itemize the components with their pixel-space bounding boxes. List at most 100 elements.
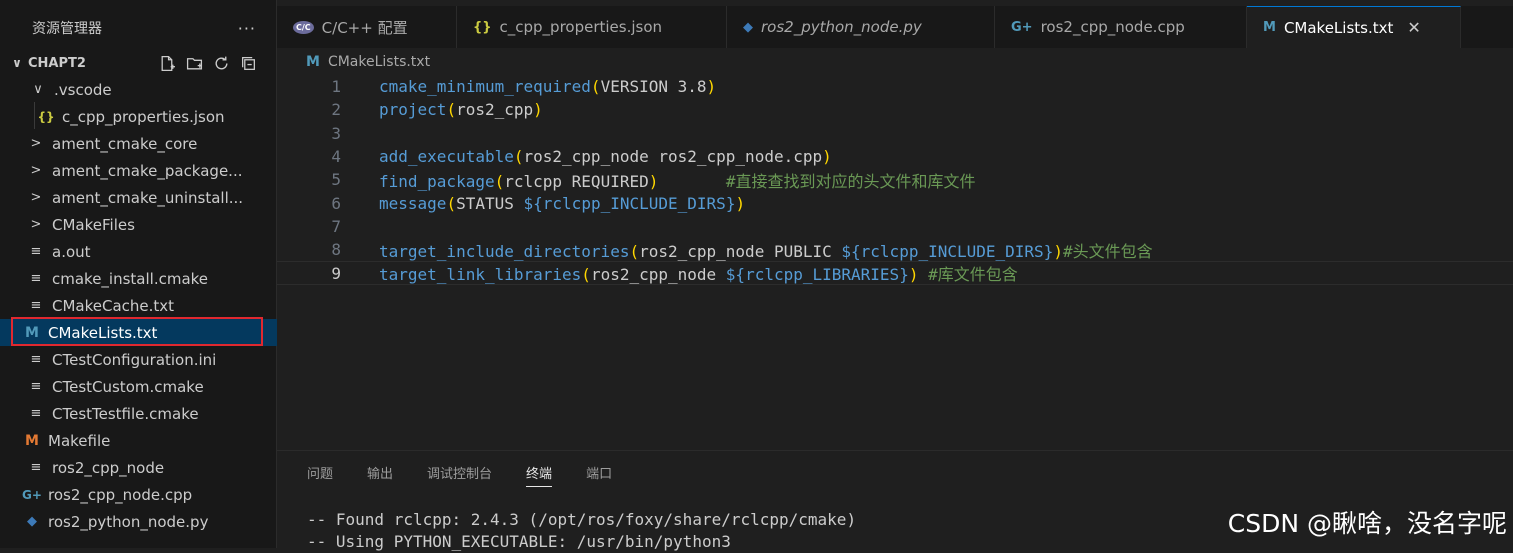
tree-item-c-cpp-properties[interactable]: {} c_cpp_properties.json (0, 103, 277, 130)
code-token: ${ (523, 193, 543, 213)
panel-tabs: 问题 输出 调试控制台 终端 端口 (307, 463, 612, 487)
terminal-line: -- Found rclcpp: 2.4.3 (/opt/ros/foxy/sh… (307, 510, 857, 529)
tree-item-ctestcustom[interactable]: ≡ CTestCustom.cmake (0, 373, 277, 400)
tree-item-label: CTestCustom.cmake (52, 377, 204, 396)
tree-item-label: ament_cmake_package... (52, 161, 243, 180)
tree-item-label: cmake_install.cmake (52, 269, 209, 288)
code-token: } (899, 265, 909, 285)
tab-label: c_cpp_properties.json (499, 18, 663, 36)
tab-output[interactable]: 输出 (367, 463, 393, 487)
lines-icon: ≡ (30, 460, 42, 475)
tree-item-label: .vscode (54, 80, 112, 99)
cmake-m-icon: M (306, 54, 320, 70)
tree-item-label: ament_cmake_uninstall... (52, 188, 244, 207)
new-file-icon[interactable] (159, 55, 176, 72)
code-token: rclcpp_INCLUDE_DIRS (542, 193, 726, 213)
code-token: cmake_minimum_required (379, 77, 591, 97)
chevron-right-icon: > (30, 136, 42, 151)
code-token: VERSION 3.8 (600, 77, 707, 97)
code-token: ) (822, 147, 832, 167)
tree-item-cmakelists[interactable]: M CMakeLists.txt (0, 319, 277, 346)
code-token: ( (446, 193, 457, 213)
tab-problems[interactable]: 问题 (307, 463, 333, 487)
chevron-right-icon: > (30, 163, 42, 178)
breadcrumb[interactable]: M CMakeLists.txt (306, 52, 430, 72)
more-actions-icon[interactable]: ··· (238, 19, 256, 38)
tree-item-cmakefiles[interactable]: > CMakeFiles (0, 211, 277, 238)
line-number: 9 (331, 263, 341, 283)
tree-item-label: CMakeCache.txt (52, 296, 175, 315)
cpp-config-icon: C/C (293, 20, 314, 34)
code-line: 5 find_package(rclcpp REQUIRED) #直接查找到对应… (277, 168, 1513, 191)
tree-item-ctestconfiguration[interactable]: ≡ CTestConfiguration.ini (0, 346, 277, 373)
code-token: ( (581, 265, 591, 285)
tab-c-cpp-properties[interactable]: {} c_cpp_properties.json (457, 6, 727, 48)
chevron-down-icon: ∨ (12, 56, 22, 70)
code-token: ( (446, 100, 457, 120)
code-line: 2 project(ros2_cpp) (277, 98, 1513, 121)
code-token: ( (513, 147, 524, 167)
code-line: 1 cmake_minimum_required(VERSION 3.8) (277, 75, 1513, 98)
tree-item-ament-cmake-core[interactable]: > ament_cmake_core (0, 130, 277, 157)
tree-item-ros2-cpp-node-cpp[interactable]: G+ ros2_cpp_node.cpp (0, 481, 277, 508)
code-token: find_package (379, 171, 495, 191)
tree-item-label: ros2_cpp_node.cpp (48, 485, 193, 504)
code-text: add_executable(ros2_cpp_node ros2_cpp_no… (379, 147, 832, 166)
explorer-title: 资源管理器 (32, 21, 102, 37)
tree-item-makefile[interactable]: M Makefile (0, 427, 277, 454)
new-folder-icon[interactable] (186, 55, 203, 72)
tab-cmakelists[interactable]: M CMakeLists.txt ✕ (1247, 6, 1461, 48)
tree-item-a-out[interactable]: ≡ a.out (0, 238, 277, 265)
lines-icon: ≡ (30, 244, 42, 259)
tree-item-ament-cmake-uninstall[interactable]: > ament_cmake_uninstall... (0, 184, 277, 211)
line-number: 4 (331, 147, 341, 167)
tree-item-ros2-cpp-node[interactable]: ≡ ros2_cpp_node (0, 454, 277, 481)
tree-item-label: ros2_python_node.py (48, 512, 209, 531)
explorer-sidebar: 资源管理器 ··· ∨ CHAPT2 ∨ .vscode {} c_cpp_pr… (0, 0, 277, 548)
line-number: 2 (331, 100, 341, 120)
tree-item-ros2-python-node[interactable]: ◆ ros2_python_node.py (0, 508, 277, 535)
folder-name: CHAPT2 (28, 55, 86, 71)
tree-item-label: CMakeFiles (52, 215, 135, 234)
code-token: ${ (725, 265, 746, 285)
code-token: add_executable (379, 147, 514, 167)
code-token: } (1043, 241, 1054, 261)
close-icon[interactable]: ✕ (1407, 18, 1420, 37)
cmake-m-icon: M (1263, 20, 1276, 35)
tab-terminal[interactable]: 终端 (526, 463, 553, 487)
tree-item-cmake-install[interactable]: ≡ cmake_install.cmake (0, 265, 277, 292)
tree-item-ament-cmake-package[interactable]: > ament_cmake_package... (0, 157, 277, 184)
cmake-m-icon: M (25, 324, 39, 341)
code-text: message(STATUS ${rclcpp_INCLUDE_DIRS}) (379, 194, 745, 213)
tree-item-ctesttestfile[interactable]: ≡ CTestTestfile.cmake (0, 400, 277, 427)
code-text: target_link_libraries(ros2_cpp_node ${rc… (379, 261, 1018, 285)
tab-ros2-cpp-node[interactable]: G+ ros2_cpp_node.cpp (995, 6, 1247, 48)
tab-debug-console[interactable]: 调试控制台 (427, 463, 492, 487)
code-token: rclcpp_LIBRARIES (745, 265, 900, 285)
json-icon: {} (37, 109, 55, 124)
tab-label: CMakeLists.txt (1283, 18, 1394, 37)
code-line: 4 add_executable(ros2_cpp_node ros2_cpp_… (277, 145, 1513, 168)
line-number: 1 (331, 77, 341, 97)
tab-cpp-config[interactable]: C/C C/C++ 配置 (277, 6, 457, 48)
lines-icon: ≡ (30, 352, 42, 367)
code-editor[interactable]: 1 cmake_minimum_required(VERSION 3.8) 2 … (277, 75, 1513, 285)
code-comment: #头文件包含 (1062, 241, 1153, 261)
collapse-all-icon[interactable] (240, 55, 257, 72)
code-comment: #直接查找到对应的头文件和库文件 (725, 171, 976, 191)
code-token: ros2_cpp_node ros2_cpp_node.cpp (523, 147, 823, 167)
refresh-icon[interactable] (213, 55, 230, 72)
tree-item-vscode[interactable]: ∨ .vscode (0, 76, 277, 103)
tab-ports[interactable]: 端口 (586, 463, 612, 487)
terminal-output[interactable]: -- Found rclcpp: 2.4.3 (/opt/ros/foxy/sh… (307, 509, 856, 553)
explorer-actions (159, 55, 257, 72)
code-token: ros2_cpp (456, 100, 534, 120)
folder-section-chapt2[interactable]: ∨ CHAPT2 (0, 50, 277, 76)
chevron-down-icon: ∨ (33, 82, 43, 97)
tab-ros2-python-node[interactable]: ◆ ros2_python_node.py (727, 6, 995, 48)
tab-label: ros2_cpp_node.cpp (1040, 18, 1185, 36)
tab-label: C/C++ 配置 (321, 18, 408, 37)
tree-item-cmakecache[interactable]: ≡ CMakeCache.txt (0, 292, 277, 319)
file-tree: ∨ .vscode {} c_cpp_properties.json > ame… (0, 76, 277, 535)
